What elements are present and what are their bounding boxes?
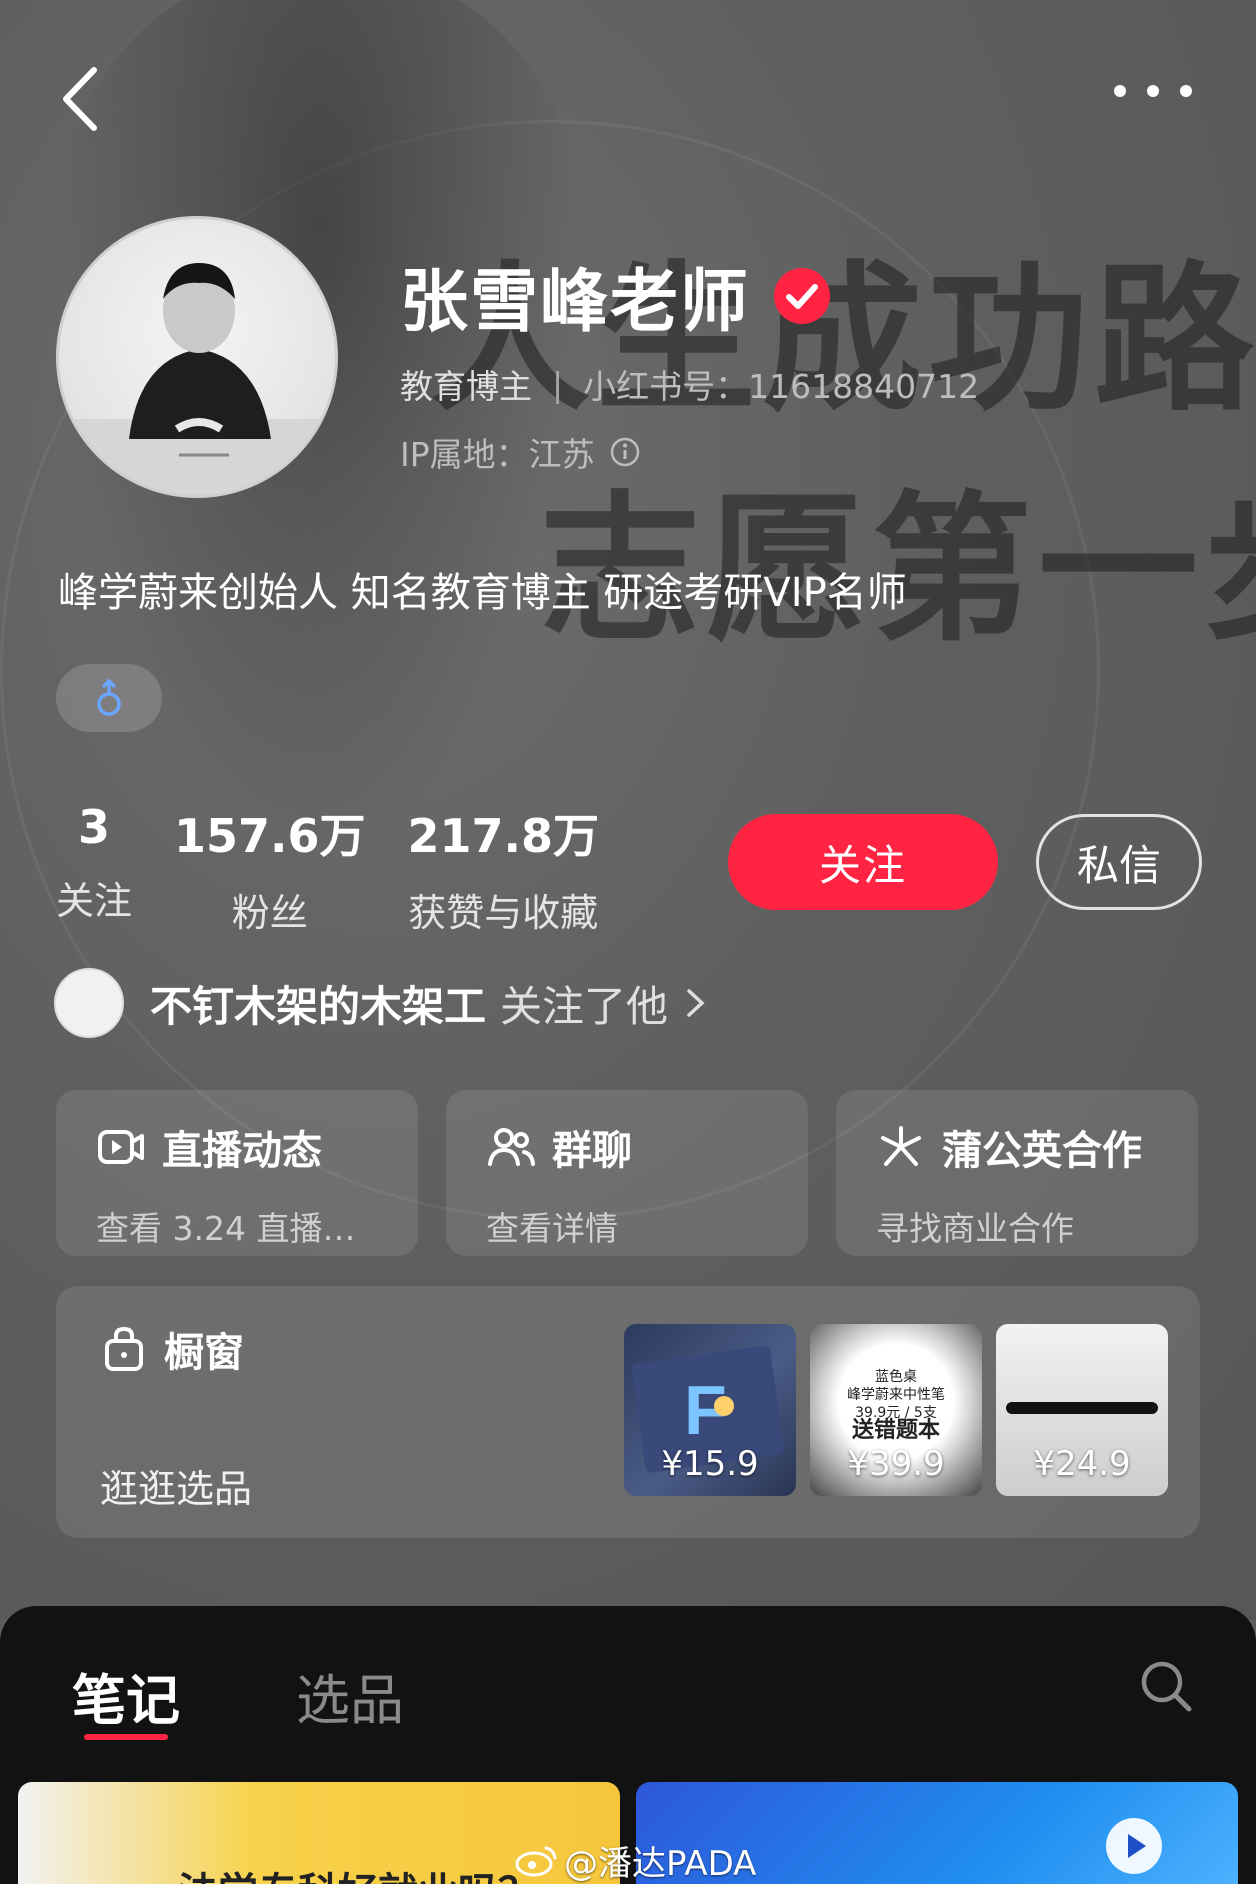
shopping-bag-icon xyxy=(105,1326,143,1371)
tab-notes[interactable]: 笔记 xyxy=(72,1656,180,1735)
product-card[interactable]: F ¥15.9 xyxy=(624,1324,796,1496)
follow-button[interactable]: 关注 xyxy=(728,814,998,910)
stat-value: 217.8万 xyxy=(407,809,600,863)
product-price: ¥24.9 xyxy=(1033,1444,1131,1484)
top-bar xyxy=(0,0,1256,180)
shop-title: 橱窗 xyxy=(164,1330,244,1376)
avatar-portrait-icon xyxy=(59,263,335,495)
active-tab-indicator xyxy=(84,1734,168,1740)
video-play-icon xyxy=(1106,1818,1162,1874)
profile-name: 张雪峰老师 xyxy=(400,263,751,342)
stat-label: 关注 xyxy=(56,879,133,923)
profile-bio: 峰学蔚来创始人 知名教育博主 研途考研VIP名师 xyxy=(58,570,907,616)
stat-value: 157.6万 xyxy=(174,809,366,863)
pen-product-icon xyxy=(1006,1402,1158,1414)
card-dandelion[interactable]: 蒲公英合作 寻找商业合作 xyxy=(836,1090,1198,1256)
mutual-name: 不钉木架的木架工 xyxy=(150,981,487,1031)
info-icon[interactable] xyxy=(609,436,641,468)
message-button[interactable]: 私信 xyxy=(1036,814,1202,910)
product-line-1: 峰学蔚来中性笔 xyxy=(847,1387,945,1403)
card-subtitle: 查看 3.24 直播… xyxy=(96,1209,356,1248)
back-arrow-icon[interactable] xyxy=(58,64,108,134)
stat-label: 获赞与收藏 xyxy=(408,891,599,935)
profile-stats: 3 关注 157.6万 粉丝 217.8万 获赞与收藏 xyxy=(56,800,641,937)
account-id[interactable]: 小红书号：11618840712 xyxy=(583,360,979,408)
stat-value: 3 xyxy=(78,800,111,854)
card-live[interactable]: 直播动态 查看 3.24 直播… xyxy=(56,1090,418,1256)
ip-location-row: IP属地：江苏 xyxy=(400,428,641,476)
profile-meta: 教育博主 | 小红书号：11618840712 xyxy=(400,360,979,408)
card-title: 直播动态 xyxy=(162,1128,322,1174)
male-gender-icon xyxy=(97,678,121,716)
group-chat-icon xyxy=(488,1128,535,1166)
stat-label: 粉丝 xyxy=(231,891,308,935)
card-title: 群聊 xyxy=(552,1128,632,1174)
ip-location: IP属地：江苏 xyxy=(400,435,595,474)
mutual-action: 关注了他 xyxy=(500,981,669,1031)
profile-avatar[interactable] xyxy=(56,216,338,498)
stat-followers[interactable]: 157.6万 粉丝 xyxy=(174,800,366,937)
profile-role: 教育博主 xyxy=(400,367,532,406)
weibo-icon xyxy=(515,1846,557,1876)
product-label: 蓝色桌 峰学蔚来中性笔 39.9元 / 5支 送错题本 xyxy=(810,1368,982,1443)
watermark-text: @潘达PADA xyxy=(564,1844,757,1884)
dandelion-icon xyxy=(881,1126,921,1166)
product-price: ¥15.9 xyxy=(661,1444,759,1484)
card-subtitle: 寻找商业合作 xyxy=(876,1209,1074,1248)
feature-cards: 直播动态 查看 3.24 直播… 群聊 查看详情 蒲公英合作 寻找商业合作 xyxy=(56,1090,1198,1256)
note-card-title: 法学专科好就业吗？ xyxy=(178,1860,538,1884)
background-headline-2: 志愿第一步 xyxy=(540,476,1256,663)
stat-following[interactable]: 3 关注 xyxy=(56,800,132,937)
card-group-chat[interactable]: 群聊 查看详情 xyxy=(446,1090,808,1256)
product-price: ¥39.9 xyxy=(847,1444,945,1484)
content-tabs: 笔记 选品 xyxy=(0,1606,1256,1766)
product-card[interactable]: 蓝色桌 峰学蔚来中性笔 39.9元 / 5支 送错题本 ¥39.9 xyxy=(810,1324,982,1496)
product-brand: 蓝色桌 xyxy=(875,1369,917,1385)
chevron-right-icon xyxy=(687,989,705,1017)
more-options-icon[interactable] xyxy=(1108,76,1198,106)
product-line-3: 送错题本 xyxy=(851,1418,940,1443)
mutual-follow-row[interactable]: 不钉木架的木架工 关注了他 xyxy=(54,968,708,1038)
meta-divider: | xyxy=(552,364,564,404)
card-subtitle: 查看详情 xyxy=(486,1209,618,1248)
product-card[interactable]: ¥24.9 xyxy=(996,1324,1168,1496)
live-video-icon xyxy=(98,1130,144,1164)
verified-badge-icon xyxy=(774,267,831,324)
name-row: 张雪峰老师 xyxy=(400,246,832,345)
watermark: @潘达PADA xyxy=(514,1836,756,1884)
shop-browse-link[interactable]: 逛逛选品 xyxy=(100,1458,252,1513)
gender-tag xyxy=(56,664,162,732)
shop-window[interactable]: 橱窗 逛逛选品 F ¥15.9 蓝色桌 峰学蔚来中性笔 39.9元 / 5支 送… xyxy=(56,1286,1200,1538)
mutual-avatar xyxy=(54,968,124,1038)
stat-likes-collects[interactable]: 217.8万 获赞与收藏 xyxy=(408,800,600,937)
tab-selections[interactable]: 选品 xyxy=(296,1656,404,1735)
search-icon[interactable] xyxy=(1138,1658,1194,1714)
card-title: 蒲公英合作 xyxy=(942,1128,1142,1174)
